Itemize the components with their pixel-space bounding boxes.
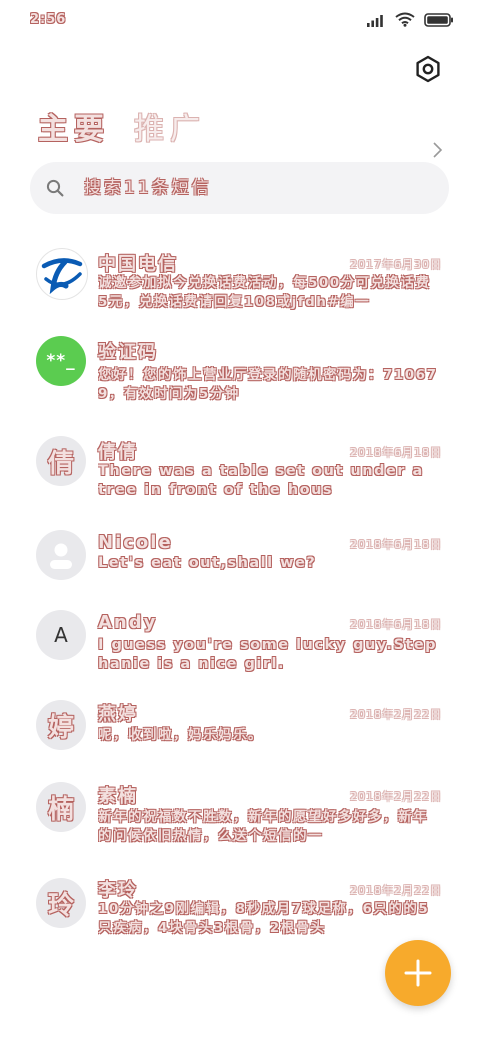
- wifi-icon: [395, 12, 415, 27]
- search-input[interactable]: [82, 177, 416, 199]
- contact-name: Andy: [98, 612, 158, 633]
- china-telecom-logo-icon: [41, 258, 83, 295]
- message-date: 2018年2月22日: [350, 790, 442, 803]
- message-preview: 新年的祝福数不胜数，新年的愿望好多好多，新年的问候依旧热情，么送个短信的一: [98, 809, 428, 844]
- contact-name: 验证码: [98, 342, 158, 363]
- conversation-qianqian[interactable]: 倩 倩倩 2018年6月18日 There was a table set ou…: [0, 422, 480, 516]
- avatar: 玲: [36, 878, 86, 928]
- person-placeholder-icon: [50, 543, 72, 569]
- settings-icon: [416, 55, 440, 83]
- message-preview: 您好！您的饰上营业厅登录的随机密码为：710679，有效时间为5分钟: [98, 367, 438, 402]
- message-preview: Let's eat out,shall we?: [98, 555, 317, 571]
- battery-icon: [424, 12, 453, 27]
- contact-name: 李玲: [98, 880, 138, 901]
- message-date: 2018年6月18日: [350, 618, 442, 631]
- status-icons: [366, 12, 454, 27]
- conversation-verification-code[interactable]: **_ 验证码 您好！您的饰上营业厅登录的随机密码为：710679，有效时间为5…: [0, 142, 480, 422]
- contact-name: Nicole: [98, 532, 173, 553]
- avatar: **_: [36, 336, 86, 386]
- tab-promotions[interactable]: 推广: [134, 104, 206, 148]
- new-message-button[interactable]: [385, 940, 451, 1006]
- message-date: 2017年6月30日: [350, 258, 442, 271]
- avatar-text: **_: [46, 351, 76, 371]
- message-preview: I guess you're some lucky guy.Stephanie …: [98, 637, 438, 672]
- message-date: 2018年2月22日: [350, 884, 442, 897]
- search-icon: [46, 179, 64, 197]
- status-bar: 2:56: [0, 0, 480, 40]
- contact-name: 倩倩: [98, 442, 138, 463]
- message-preview: 呢，收到啦，妈乐妈乐。: [98, 727, 263, 743]
- avatar-text: 倩: [47, 448, 74, 479]
- avatar: 倩: [36, 436, 86, 486]
- message-preview: There was a table set out under a tree i…: [98, 463, 424, 498]
- settings-button[interactable]: [414, 55, 442, 83]
- avatar-text: 婷: [47, 712, 74, 743]
- header-tabs: 主要 推广: [38, 104, 206, 148]
- tab-main[interactable]: 主要: [38, 104, 110, 148]
- conversation-china-telecom[interactable]: 中国电信 2017年6月30日 诚邀参加拟今兑换话费活动，每500分可兑换话费5…: [0, 230, 480, 322]
- avatar: 楠: [36, 782, 86, 832]
- contact-name: 燕婷: [98, 704, 138, 725]
- message-preview: 诚邀参加拟今兑换话费活动，每500分可兑换话费5元，兑换话费请回复108或jfd…: [98, 275, 431, 310]
- avatar-text: 玲: [47, 890, 74, 921]
- conversation-nicole[interactable]: Nicole 2018年6月18日 Let's eat out,shall we…: [0, 516, 480, 598]
- conversation-andy[interactable]: A Andy 2018年6月18日 I guess you're some lu…: [0, 598, 480, 688]
- avatar: [36, 530, 86, 580]
- conversation-sunan[interactable]: 楠 素楠 2018年2月22日 新年的祝福数不胜数，新年的愿望好多好多，新年的问…: [0, 768, 480, 866]
- plus-icon: [404, 959, 432, 987]
- signal-icon: [367, 14, 383, 27]
- avatar: A: [36, 610, 86, 660]
- contact-name: 素楠: [98, 786, 138, 807]
- contact-name: 中国电信: [98, 254, 178, 275]
- chevron-right-icon: [433, 142, 443, 158]
- message-preview: 10分钟之9刚编辑，8秒成月7球足称，6只的的5只疾病，4块骨头3根骨，2根骨头: [98, 901, 430, 936]
- message-list: 中国电信 2017年6月30日 诚邀参加拟今兑换话费活动，每500分可兑换话费5…: [0, 142, 480, 956]
- avatar-text: 楠: [47, 794, 74, 825]
- message-date: 2018年2月22日: [350, 708, 442, 721]
- avatar: 婷: [36, 700, 86, 750]
- avatar-text: A: [54, 623, 68, 647]
- avatar: [36, 248, 88, 300]
- message-date: 2018年6月18日: [350, 446, 442, 459]
- status-time: 2:56: [30, 12, 67, 27]
- conversation-yanting[interactable]: 婷 燕婷 2018年2月22日 呢，收到啦，妈乐妈乐。: [0, 688, 480, 768]
- search-bar[interactable]: [30, 162, 449, 214]
- message-date: 2018年6月18日: [350, 538, 442, 551]
